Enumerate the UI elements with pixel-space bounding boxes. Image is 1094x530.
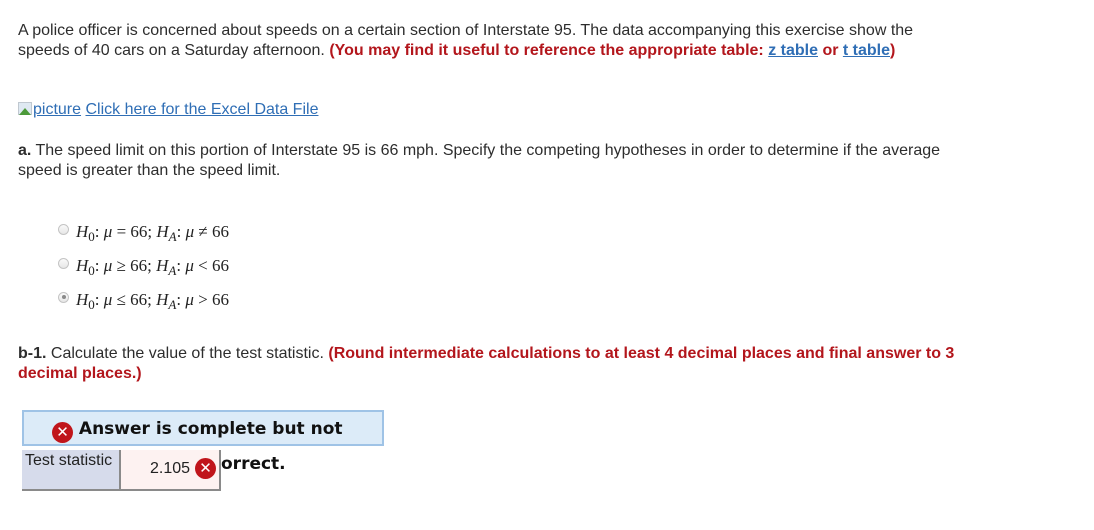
- part-b1-text: Calculate the value of the test statisti…: [46, 345, 329, 362]
- hypothesis-option-2[interactable]: H0: μ ≥ 66; HA: μ < 66: [58, 250, 229, 284]
- radio-button[interactable]: [58, 257, 69, 269]
- data-file-row: picture Click here for the Excel Data Fi…: [18, 100, 958, 120]
- test-statistic-value: 2.105: [150, 460, 191, 477]
- result-banner: ✕ Answer is complete but not: [22, 410, 384, 446]
- hypothesis-option-3[interactable]: H0: μ ≤ 66; HA: μ > 66: [58, 284, 229, 318]
- test-statistic-label: Test statistic: [22, 450, 121, 491]
- banner-text-continued: orrect.: [221, 454, 286, 474]
- test-statistic-cell: 2.105 ✕: [121, 450, 221, 491]
- broken-image-icon: [18, 102, 33, 116]
- part-a-text: The speed limit on this portion of Inter…: [18, 142, 941, 179]
- part-a-label: a.: [18, 142, 32, 159]
- hypothesis-text: H0: μ ≤ 66; HA: μ > 66: [76, 289, 229, 312]
- error-x-icon: ✕: [52, 422, 73, 443]
- incorrect-x-icon: ✕: [195, 458, 216, 479]
- radio-button[interactable]: [58, 223, 69, 235]
- z-table-link[interactable]: z table: [768, 42, 818, 59]
- part-b1-label: b-1.: [18, 345, 47, 362]
- hypothesis-option-1[interactable]: H0: μ = 66; HA: μ ≠ 66: [58, 216, 229, 250]
- hypothesis-text: H0: μ ≥ 66; HA: μ < 66: [76, 255, 229, 278]
- part-a-question: a. The speed limit on this portion of In…: [18, 141, 958, 181]
- excel-data-file-link[interactable]: picture: [18, 101, 81, 118]
- radio-button-selected[interactable]: [58, 291, 69, 303]
- excel-data-file-label-link[interactable]: Click here for the Excel Data File: [85, 101, 318, 118]
- table-note: (You may find it useful to reference the…: [329, 42, 896, 59]
- t-table-link[interactable]: t table: [843, 42, 890, 59]
- hypotheses-options: H0: μ = 66; HA: μ ≠ 66 H0: μ ≥ 66; HA: μ…: [58, 216, 229, 318]
- banner-text: Answer is complete but not: [78, 419, 343, 439]
- intro-paragraph: A police officer is concerned about spee…: [18, 21, 958, 61]
- hypothesis-text: H0: μ = 66; HA: μ ≠ 66: [76, 221, 229, 244]
- part-b1-question: b-1. Calculate the value of the test sta…: [18, 344, 958, 384]
